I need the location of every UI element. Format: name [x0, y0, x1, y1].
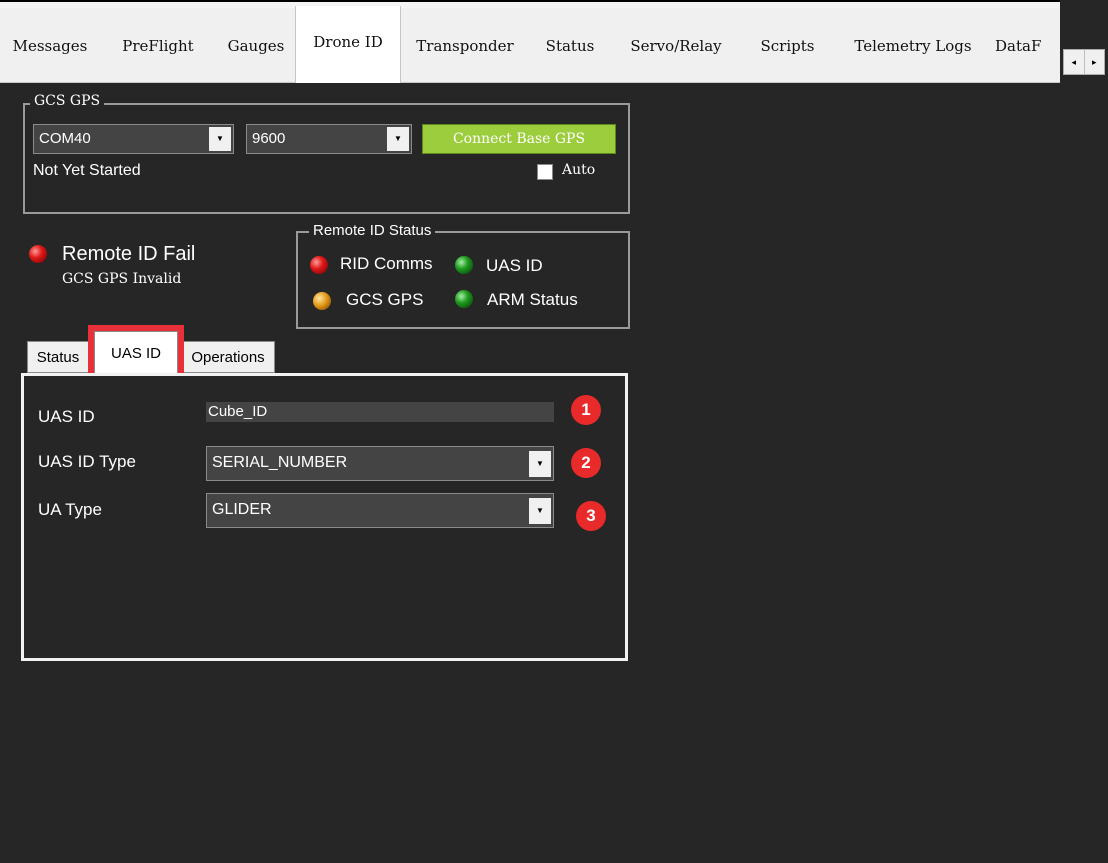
port-value: COM40 [39, 130, 91, 147]
baud-select[interactable]: 9600 ▼ [246, 124, 412, 154]
uas-id-type-value: SERIAL_NUMBER [212, 454, 348, 471]
remote-id-status-text: Remote ID Fail [62, 243, 196, 265]
uas-id-input-value: Cube_ID [208, 403, 268, 420]
arm-status-label: ARM Status [487, 290, 578, 309]
annotation-badge-3: 3 [576, 501, 606, 531]
tab-status[interactable]: Status [533, 8, 607, 81]
gcs-gps-led-icon [313, 292, 331, 310]
chevron-down-icon[interactable]: ▼ [209, 127, 231, 151]
tab-telemetry-logs[interactable]: Telemetry Logs [835, 8, 991, 81]
scroll-left-icon[interactable]: ◂ [1064, 50, 1085, 74]
port-select[interactable]: COM40 ▼ [33, 124, 234, 154]
ua-type-value: GLIDER [212, 501, 272, 518]
auto-checkbox[interactable] [537, 164, 553, 180]
gcs-gps-status-label: GCS GPS [346, 290, 424, 309]
tab-servo-relay[interactable]: Servo/Relay [612, 8, 740, 81]
connect-base-gps-button[interactable]: Connect Base GPS [422, 124, 616, 154]
tab-transponder[interactable]: Transponder [402, 8, 528, 81]
tab-dataflash[interactable]: DataF [995, 8, 1059, 81]
uas-id-type-select[interactable]: SERIAL_NUMBER ▼ [206, 446, 554, 481]
rid-comms-label: RID Comms [340, 254, 433, 273]
remote-id-status-detail: GCS GPS Invalid [62, 271, 182, 287]
window-top-strip [0, 0, 1060, 8]
ua-type-select[interactable]: GLIDER ▼ [206, 493, 554, 528]
tab-messages[interactable]: Messages [0, 8, 100, 81]
gcs-gps-title: GCS GPS [30, 93, 105, 109]
scroll-right-icon[interactable]: ▸ [1085, 50, 1105, 74]
annotation-badge-1: 1 [571, 395, 601, 425]
tab-bar-corner [1060, 0, 1108, 46]
remote-id-status-led-icon [29, 245, 47, 263]
main-tab-bar: Messages PreFlight Gauges Drone ID Trans… [0, 6, 1060, 83]
chevron-down-icon[interactable]: ▼ [529, 451, 551, 477]
uas-id-label: UAS ID [38, 407, 95, 426]
gcs-gps-group [23, 103, 630, 214]
remote-id-status-group [296, 231, 630, 329]
arm-status-led-icon [455, 290, 473, 308]
tab-gauges[interactable]: Gauges [218, 8, 294, 81]
subtab-status[interactable]: Status [27, 341, 89, 373]
ua-type-label: UA Type [38, 500, 102, 519]
tab-preflight[interactable]: PreFlight [103, 8, 213, 81]
gps-status-text: Not Yet Started [33, 162, 141, 179]
uas-id-type-label: UAS ID Type [38, 452, 136, 471]
auto-label: Auto [562, 162, 596, 178]
uas-id-led-icon [455, 256, 473, 274]
baud-value: 9600 [252, 130, 286, 147]
annotation-badge-2: 2 [571, 448, 601, 478]
tab-drone-id[interactable]: Drone ID [295, 6, 401, 83]
tab-scripts[interactable]: Scripts [745, 8, 830, 81]
remote-id-status-title: Remote ID Status [309, 222, 436, 239]
rid-comms-led-icon [310, 256, 328, 274]
tab-scroll-buttons: ◂ ▸ [1063, 49, 1105, 75]
uas-id-status-label: UAS ID [486, 256, 543, 275]
subtab-operations[interactable]: Operations [181, 341, 275, 373]
chevron-down-icon[interactable]: ▼ [529, 498, 551, 524]
chevron-down-icon[interactable]: ▼ [387, 127, 409, 151]
